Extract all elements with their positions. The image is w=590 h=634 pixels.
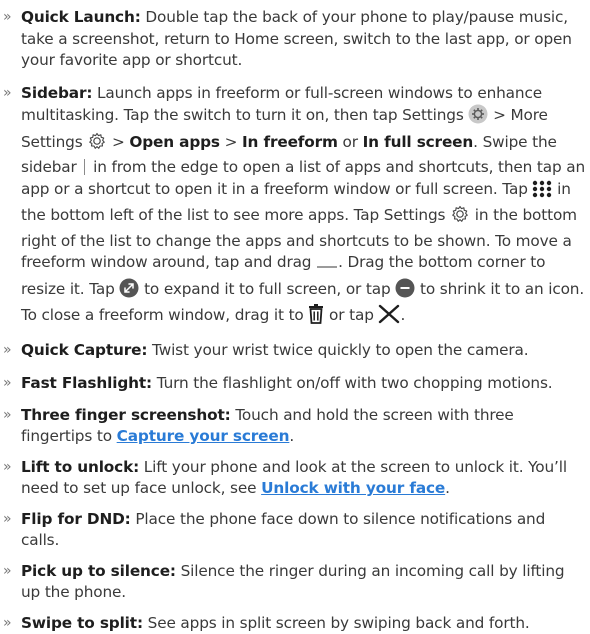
item-title: Swipe to split: <box>21 614 143 632</box>
shrink-icon <box>395 278 415 305</box>
item-title: Pick up to silence: <box>21 562 176 580</box>
item-text: See apps in split screen by swiping back… <box>143 614 530 632</box>
item-text: . <box>400 306 405 324</box>
item-text: Twist your wrist twice quickly to open t… <box>147 341 528 359</box>
menu-path-in-freeform: In freeform <box>242 133 338 151</box>
item-title: Quick Launch: <box>21 8 141 26</box>
settings-circle-icon <box>468 104 488 131</box>
menu-path-open-apps: Open apps <box>129 133 220 151</box>
list-item-sidebar: Sidebar: Launch apps in freeform or full… <box>21 83 587 331</box>
settings-gear-icon <box>87 131 107 158</box>
list-item-flip-for-dnd: Flip for DND: Place the phone face down … <box>21 509 587 552</box>
capture-your-screen-link[interactable]: Capture your screen <box>117 427 290 445</box>
item-text: or <box>338 133 363 151</box>
item-text: > <box>220 133 242 151</box>
trash-icon <box>308 304 324 331</box>
item-text: . <box>445 479 450 497</box>
item-title: Lift to unlock: <box>21 458 139 476</box>
item-text: Launch apps in freeform or full-screen w… <box>21 84 542 125</box>
list-item-pick-up-to-silence: Pick up to silence: Silence the ringer d… <box>21 561 587 604</box>
list-item-swipe-to-split: Swipe to split: See apps in split screen… <box>21 613 587 634</box>
list-item-fast-flashlight: Fast Flashlight: Turn the flashlight on/… <box>21 373 587 395</box>
item-text: or tap <box>324 306 378 324</box>
item-title: Sidebar: <box>21 84 92 102</box>
item-title: Quick Capture: <box>21 341 147 359</box>
expand-icon <box>119 278 139 305</box>
sidebar-handle-icon <box>84 159 85 175</box>
drag-handle-icon <box>316 256 338 278</box>
close-x-icon <box>378 304 400 331</box>
menu-path-in-full-screen: In full screen <box>363 133 474 151</box>
item-text: > <box>107 133 129 151</box>
document-page: Quick Launch: Double tap the back of you… <box>0 0 590 576</box>
item-title: Flip for DND: <box>21 510 131 528</box>
list-item-quick-capture: Quick Capture: Twist your wrist twice qu… <box>21 340 587 362</box>
list-item-quick-launch: Quick Launch: Double tap the back of you… <box>21 7 587 72</box>
unlock-with-your-face-link[interactable]: Unlock with your face <box>261 479 445 497</box>
item-text: in from the edge to open a list of apps … <box>21 158 585 198</box>
grid-dots-icon <box>532 180 552 205</box>
item-title: Fast Flashlight: <box>21 374 152 392</box>
item-title: Three finger screenshot: <box>21 406 231 424</box>
item-text: Turn the flashlight on/off with two chop… <box>152 374 553 392</box>
list-item-lift-to-unlock: Lift to unlock: Lift your phone and look… <box>21 457 587 500</box>
item-text: to expand it to full screen, or tap <box>139 280 395 298</box>
settings-gear-icon <box>450 204 470 231</box>
item-text: . <box>289 427 294 445</box>
list-item-three-finger-screenshot: Three finger screenshot: Touch and hold … <box>21 405 587 448</box>
